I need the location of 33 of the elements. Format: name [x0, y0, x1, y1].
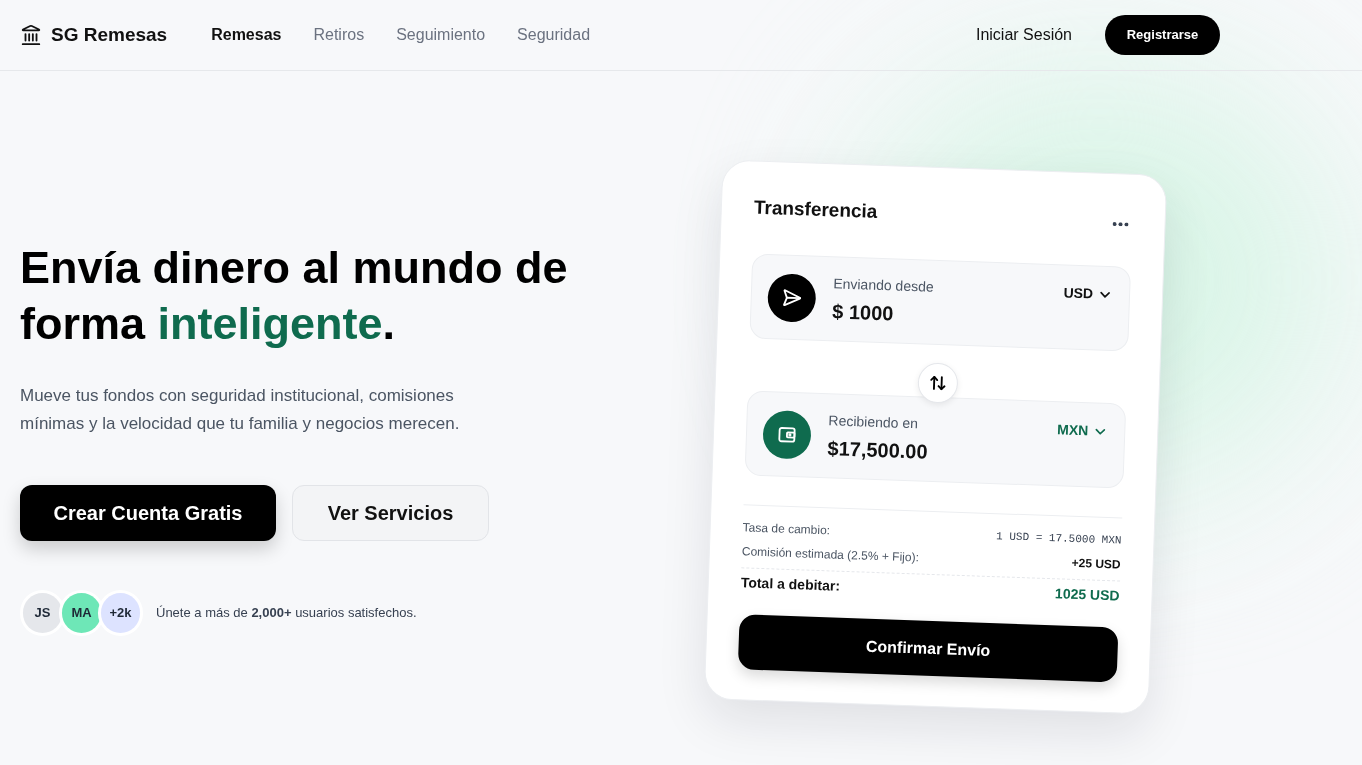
social-proof-text: Únete a más de 2,000+ usuarios satisfechos.: [156, 604, 417, 623]
more-icon: [1112, 222, 1129, 227]
more-button[interactable]: [1112, 222, 1129, 227]
avatar: +2k: [101, 593, 140, 633]
services-button[interactable]: Ver Servicios: [292, 485, 489, 541]
signup-button[interactable]: Registrarse: [1105, 15, 1220, 55]
total-value: 1025 USD: [1054, 583, 1120, 605]
detail-value: +25 USD: [1071, 554, 1121, 574]
nav-link[interactable]: Seguridad: [517, 23, 591, 47]
amount-label: Recibiendo en: [828, 410, 920, 433]
nav-link[interactable]: Seguimiento: [396, 23, 486, 47]
bank-icon: [20, 24, 42, 46]
nav-link[interactable]: Retiros: [313, 23, 365, 47]
detail-label: Tasa de cambio:: [742, 519, 831, 540]
hero-description: Mueve tus fondos con seguridad institucional, comisiones mínimas y la velocidad que tu familia y negocios merecen.: [20, 385, 461, 435]
detail-value: 1 USD = 17.5000 MXN: [995, 528, 1122, 549]
card-title: Transferencia: [753, 195, 878, 224]
total-label: Total a debitar:: [740, 572, 841, 596]
detail-label: Comisión estimada (2.5% + Fijo):: [741, 543, 920, 567]
currency-select[interactable]: USD: [1063, 282, 1114, 306]
avatar: JS: [23, 593, 62, 633]
nav-link[interactable]: Remesas: [211, 23, 282, 47]
currency-select[interactable]: MXN: [1056, 419, 1109, 442]
hero-heading: Envía dinero al mundo de forma inteligente.: [20, 241, 569, 351]
avatar: MA: [62, 593, 101, 633]
amount-value: $ 1000: [831, 298, 895, 326]
confirm-button[interactable]: Confirmar Envío: [737, 614, 1119, 683]
login-link[interactable]: Iniciar Sesión: [975, 23, 1072, 47]
swap-arrows-icon: [928, 373, 947, 393]
create-account-button[interactable]: Crear Cuenta Gratis: [20, 485, 276, 541]
amount-value: $17,500.00: [827, 435, 929, 465]
brand-name: SG Remesas: [51, 22, 168, 47]
amount-label: Enviando desde: [832, 273, 935, 297]
